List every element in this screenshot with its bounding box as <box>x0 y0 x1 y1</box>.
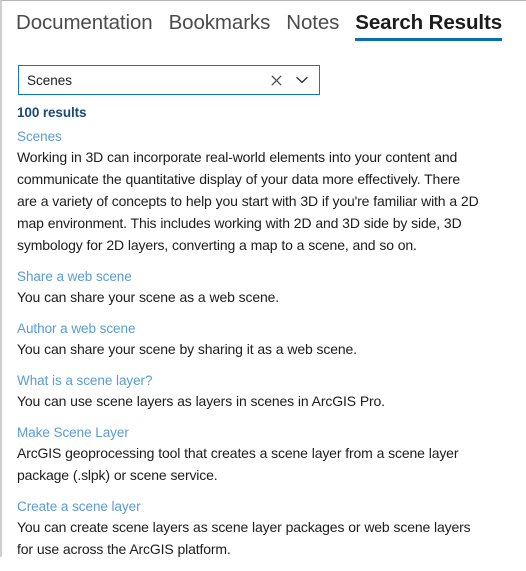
result-title-link[interactable]: Scenes <box>17 127 479 146</box>
chevron-down-icon[interactable] <box>289 66 319 94</box>
result-item: What is a scene layer? You can use scene … <box>17 371 479 412</box>
results-count: 100 results <box>17 105 87 120</box>
result-item: Create a scene layer You can create scene… <box>17 497 479 560</box>
tab-documentation[interactable]: Documentation <box>16 10 153 41</box>
result-title-link[interactable]: Author a web scene <box>17 319 479 338</box>
result-snippet: You can use scene layers as layers in sc… <box>17 393 385 409</box>
tab-bookmarks[interactable]: Bookmarks <box>169 10 271 41</box>
result-title-link[interactable]: Share a web scene <box>17 267 479 286</box>
result-snippet: You can share your scene as a web scene. <box>17 289 280 305</box>
result-snippet: ArcGIS geoprocessing tool that creates a… <box>17 445 459 483</box>
tab-search-results[interactable]: Search Results <box>355 10 502 41</box>
result-item: Author a web scene You can share your sce… <box>17 319 479 360</box>
search-input[interactable] <box>19 66 263 94</box>
result-snippet: You can share your scene by sharing it a… <box>17 341 357 357</box>
tab-bar: Documentation Bookmarks Notes Search Result… <box>16 10 502 41</box>
search-box[interactable] <box>18 65 320 95</box>
search-results-panel: Documentation Bookmarks Notes Search Result… <box>0 0 526 557</box>
result-item: Scenes Working in 3D can incorporate real… <box>17 127 479 256</box>
result-title-link[interactable]: Make Scene Layer <box>17 423 479 442</box>
result-title-link[interactable]: Create a scene layer <box>17 497 479 516</box>
result-title-link[interactable]: What is a scene layer? <box>17 371 479 390</box>
result-item: Share a web scene You can share your scen… <box>17 267 479 308</box>
result-snippet: Working in 3D can incorporate real-world… <box>17 149 479 253</box>
result-snippet: You can create scene layers as scene lay… <box>17 519 471 557</box>
tab-notes[interactable]: Notes <box>286 10 339 41</box>
result-item: Make Scene Layer ArcGIS geoprocessing too… <box>17 423 479 486</box>
results-list: Scenes Working in 3D can incorporate real… <box>17 127 479 571</box>
close-x-icon[interactable] <box>263 66 289 94</box>
